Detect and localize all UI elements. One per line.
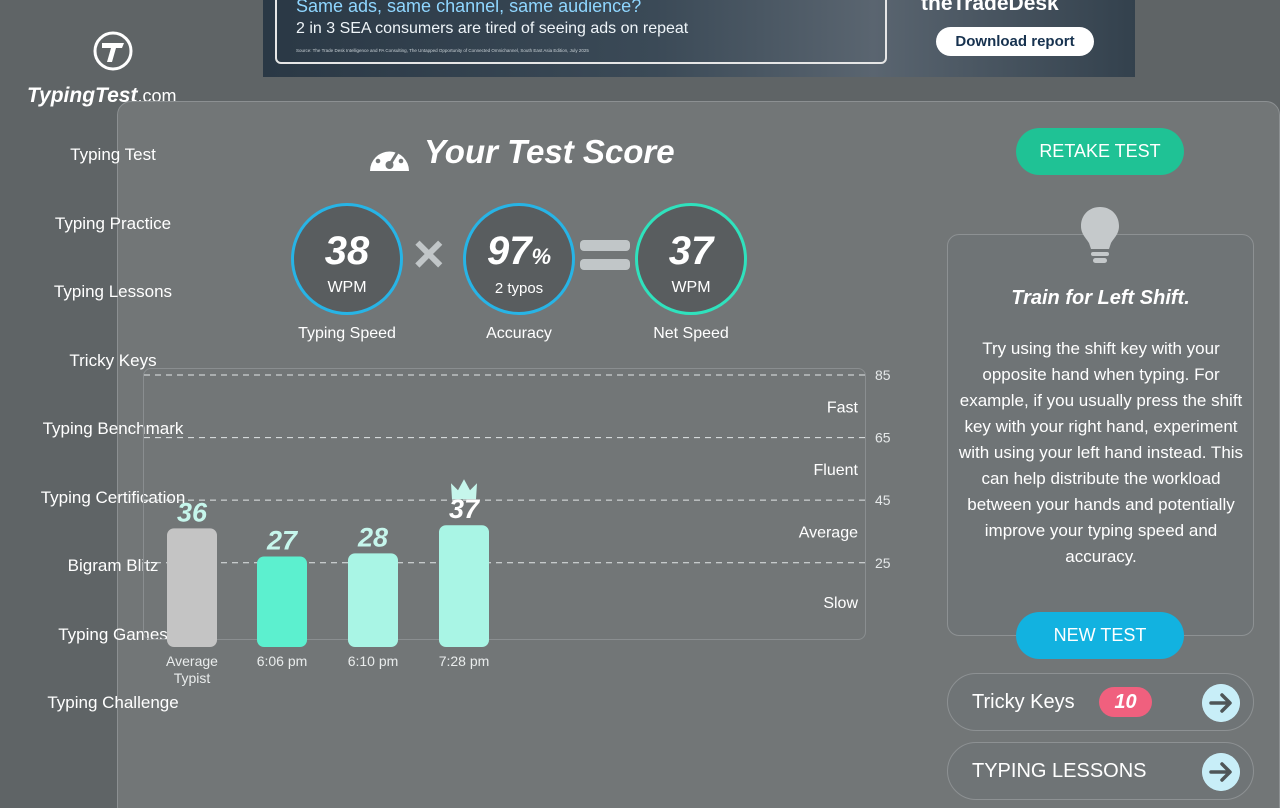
bar-value-label: 28 [357, 522, 388, 552]
speed-chart-svg: 25456585FastFluentAverageSlow36Average Ty… [144, 367, 891, 686]
net-speed-circle: 37 WPM [635, 203, 747, 315]
ad-banner[interactable]: Same ads, same channel, same audience? 2… [263, 0, 1135, 77]
bar-value-label: 27 [266, 526, 299, 556]
nav-typing-test[interactable]: Typing Test [0, 145, 226, 165]
arrow-right-icon[interactable] [1202, 753, 1240, 791]
nav-typing-lessons[interactable]: Typing Lessons [0, 282, 226, 302]
accuracy-label: Accuracy [486, 325, 552, 342]
retake-test-button[interactable]: RETAKE TEST [1016, 128, 1184, 175]
gridline-label: 85 [875, 367, 891, 383]
typing-lessons-link[interactable]: TYPING LESSONS [947, 742, 1254, 800]
ad-subline: 2 in 3 SEA consumers are tired of seeing… [296, 20, 689, 37]
zone-label: Average [799, 524, 858, 541]
category-label: 6:06 pm [257, 653, 308, 669]
multiply-icon: × [413, 224, 445, 284]
chart-bar [167, 528, 217, 647]
ad-download-button[interactable]: Download report [936, 27, 1094, 56]
speedometer-icon [370, 144, 409, 171]
lightbulb-icon [1081, 207, 1119, 263]
chart-bar [439, 525, 489, 647]
zone-label: Fluent [814, 462, 859, 479]
gridline-label: 65 [875, 430, 891, 446]
new-test-button[interactable]: NEW TEST [1016, 612, 1184, 659]
category-label: 6:10 pm [348, 653, 399, 669]
tip-body: Try using the shift key with your opposi… [958, 339, 1244, 566]
typing-lessons-label: TYPING LESSONS [972, 760, 1147, 782]
zone-label: Fast [827, 399, 859, 416]
equals-icon [580, 240, 630, 270]
accuracy-value: 97 [486, 229, 532, 273]
typing-speed-value: 38 [324, 229, 370, 273]
accuracy-typos: 2 typos [494, 280, 544, 297]
nav-typing-challenge[interactable]: Typing Challenge [0, 693, 226, 713]
t-logo-icon[interactable] [93, 31, 133, 71]
net-speed-label: Net Speed [653, 325, 729, 342]
accuracy-percent: % [531, 244, 552, 269]
ad-headline: Same ads, same channel, same audience? [296, 0, 642, 16]
speed-chart: 25 45 65 85 Fast Fluent Average Slow 36 Average Ty… [143, 367, 891, 686]
typing-speed-unit: WPM [327, 279, 367, 296]
ad-brand: theTradeDesk [921, 0, 1059, 15]
net-speed-value: 37 [668, 229, 714, 273]
tip-title: Train for Left Shift. [1011, 287, 1190, 309]
net-speed-unit: WPM [671, 279, 711, 296]
tricky-keys-label: Tricky Keys [972, 691, 1075, 713]
accuracy-number: 97% [466, 229, 572, 279]
gridline-label: 25 [875, 555, 891, 571]
chart-bar [348, 553, 398, 647]
crown-icon [451, 479, 477, 500]
tricky-keys-count-badge: 10 [1099, 687, 1152, 717]
typing-speed-circle: 38 WPM [291, 203, 403, 315]
tricky-keys-link[interactable]: Tricky Keys 10 [947, 673, 1254, 731]
arrow-right-icon[interactable] [1202, 684, 1240, 722]
gridline-label: 45 [875, 492, 891, 508]
nav-typing-practice[interactable]: Typing Practice [0, 214, 226, 234]
accuracy-circle: 97% 2 typos [463, 203, 575, 315]
category-label: 7:28 pm [439, 653, 490, 669]
bar-value-label: 36 [177, 497, 208, 527]
chart-bar [257, 556, 307, 647]
typing-speed-label: Typing Speed [298, 325, 396, 342]
zone-label: Slow [823, 595, 858, 612]
ad-source: Source: The Trade Desk Intelligence and … [296, 48, 589, 53]
score-title: Your Test Score [424, 133, 675, 170]
